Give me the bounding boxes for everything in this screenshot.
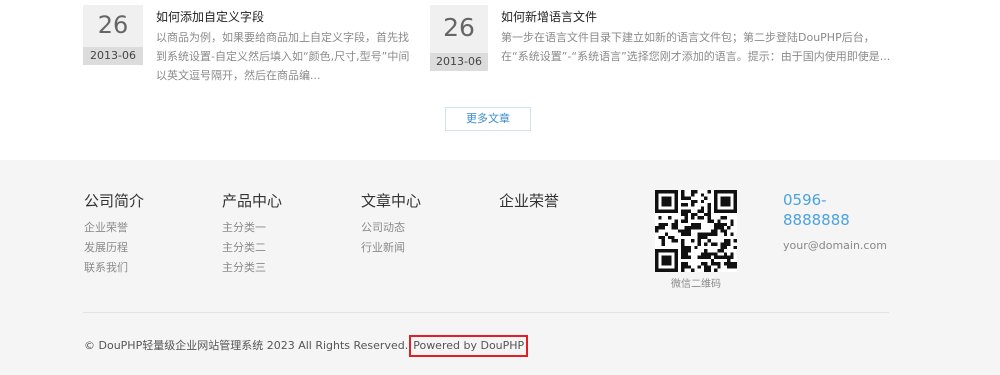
footer: 公司简介 企业荣誉 发展历程 联系我们 产品中心 主分类一 主分类二 主分类三 … [0, 160, 1000, 375]
article-desc: 第一步在语言文件目录下建立如新的语言文件包；第二步登陆DouPHP后台，在“系统… [501, 31, 891, 63]
powered-by-link[interactable]: Powered by DouPHP [409, 335, 529, 357]
article-day: 26 [430, 5, 488, 53]
footer-link[interactable]: 公司动态 [361, 218, 421, 238]
email-address: your@domain.com [783, 239, 887, 252]
footer-col-articles: 文章中心 公司动态 行业新闻 [361, 191, 421, 258]
article-item[interactable]: 26 2013-06 如何新增语言文件 第一步在语言文件目录下建立如新的语言文件… [430, 5, 900, 71]
article-title[interactable]: 如何添加自定义字段 [156, 9, 413, 25]
more-articles-button[interactable]: 更多文章 [445, 107, 531, 131]
footer-col-title[interactable]: 产品中心 [222, 191, 282, 211]
footer-col-title[interactable]: 文章中心 [361, 191, 421, 211]
article-title[interactable]: 如何新增语言文件 [501, 9, 900, 25]
article-desc: 以商品为例，如果要给商品加上自定义字段，首先找到系统设置-自定义然后填入如“颜色… [156, 31, 410, 82]
qr-caption: 微信二维码 [671, 279, 721, 290]
article-date: 26 2013-06 [83, 5, 143, 85]
footer-link[interactable]: 联系我们 [84, 258, 144, 278]
footer-col-honors: 企业荣誉 [499, 191, 559, 211]
article-day: 26 [83, 5, 143, 47]
copyright-text: © DouPHP轻量级企业网站管理系统 2023 All Rights Rese… [84, 339, 409, 352]
footer-col-products: 产品中心 主分类一 主分类二 主分类三 [222, 191, 282, 278]
phone-number: 0596-8888888 [783, 191, 850, 229]
qr-code-icon [655, 190, 737, 272]
footer-link[interactable]: 企业荣誉 [84, 218, 144, 238]
footer-link[interactable]: 主分类二 [222, 238, 282, 258]
footer-col-about: 公司简介 企业荣誉 发展历程 联系我们 [84, 191, 144, 278]
wechat-qr: 微信二维码 [655, 190, 737, 292]
article-month: 2013-06 [83, 47, 143, 65]
footer-divider [83, 312, 889, 313]
article-item[interactable]: 26 2013-06 如何添加自定义字段 以商品为例，如果要给商品加上自定义字段… [83, 5, 413, 85]
footer-col-title[interactable]: 企业荣誉 [499, 191, 559, 211]
footer-col-title[interactable]: 公司简介 [84, 191, 144, 211]
footer-link[interactable]: 主分类一 [222, 218, 282, 238]
footer-link[interactable]: 行业新闻 [361, 238, 421, 258]
contact-info: 0596-8888888 your@domain.com [783, 190, 888, 254]
copyright-bar: © DouPHP轻量级企业网站管理系统 2023 All Rights Rese… [84, 335, 529, 357]
article-month: 2013-06 [430, 53, 488, 71]
article-date: 26 2013-06 [430, 5, 488, 71]
footer-link[interactable]: 主分类三 [222, 258, 282, 278]
footer-link[interactable]: 发展历程 [84, 238, 144, 258]
article-list: 26 2013-06 如何添加自定义字段 以商品为例，如果要给商品加上自定义字段… [0, 0, 1000, 160]
